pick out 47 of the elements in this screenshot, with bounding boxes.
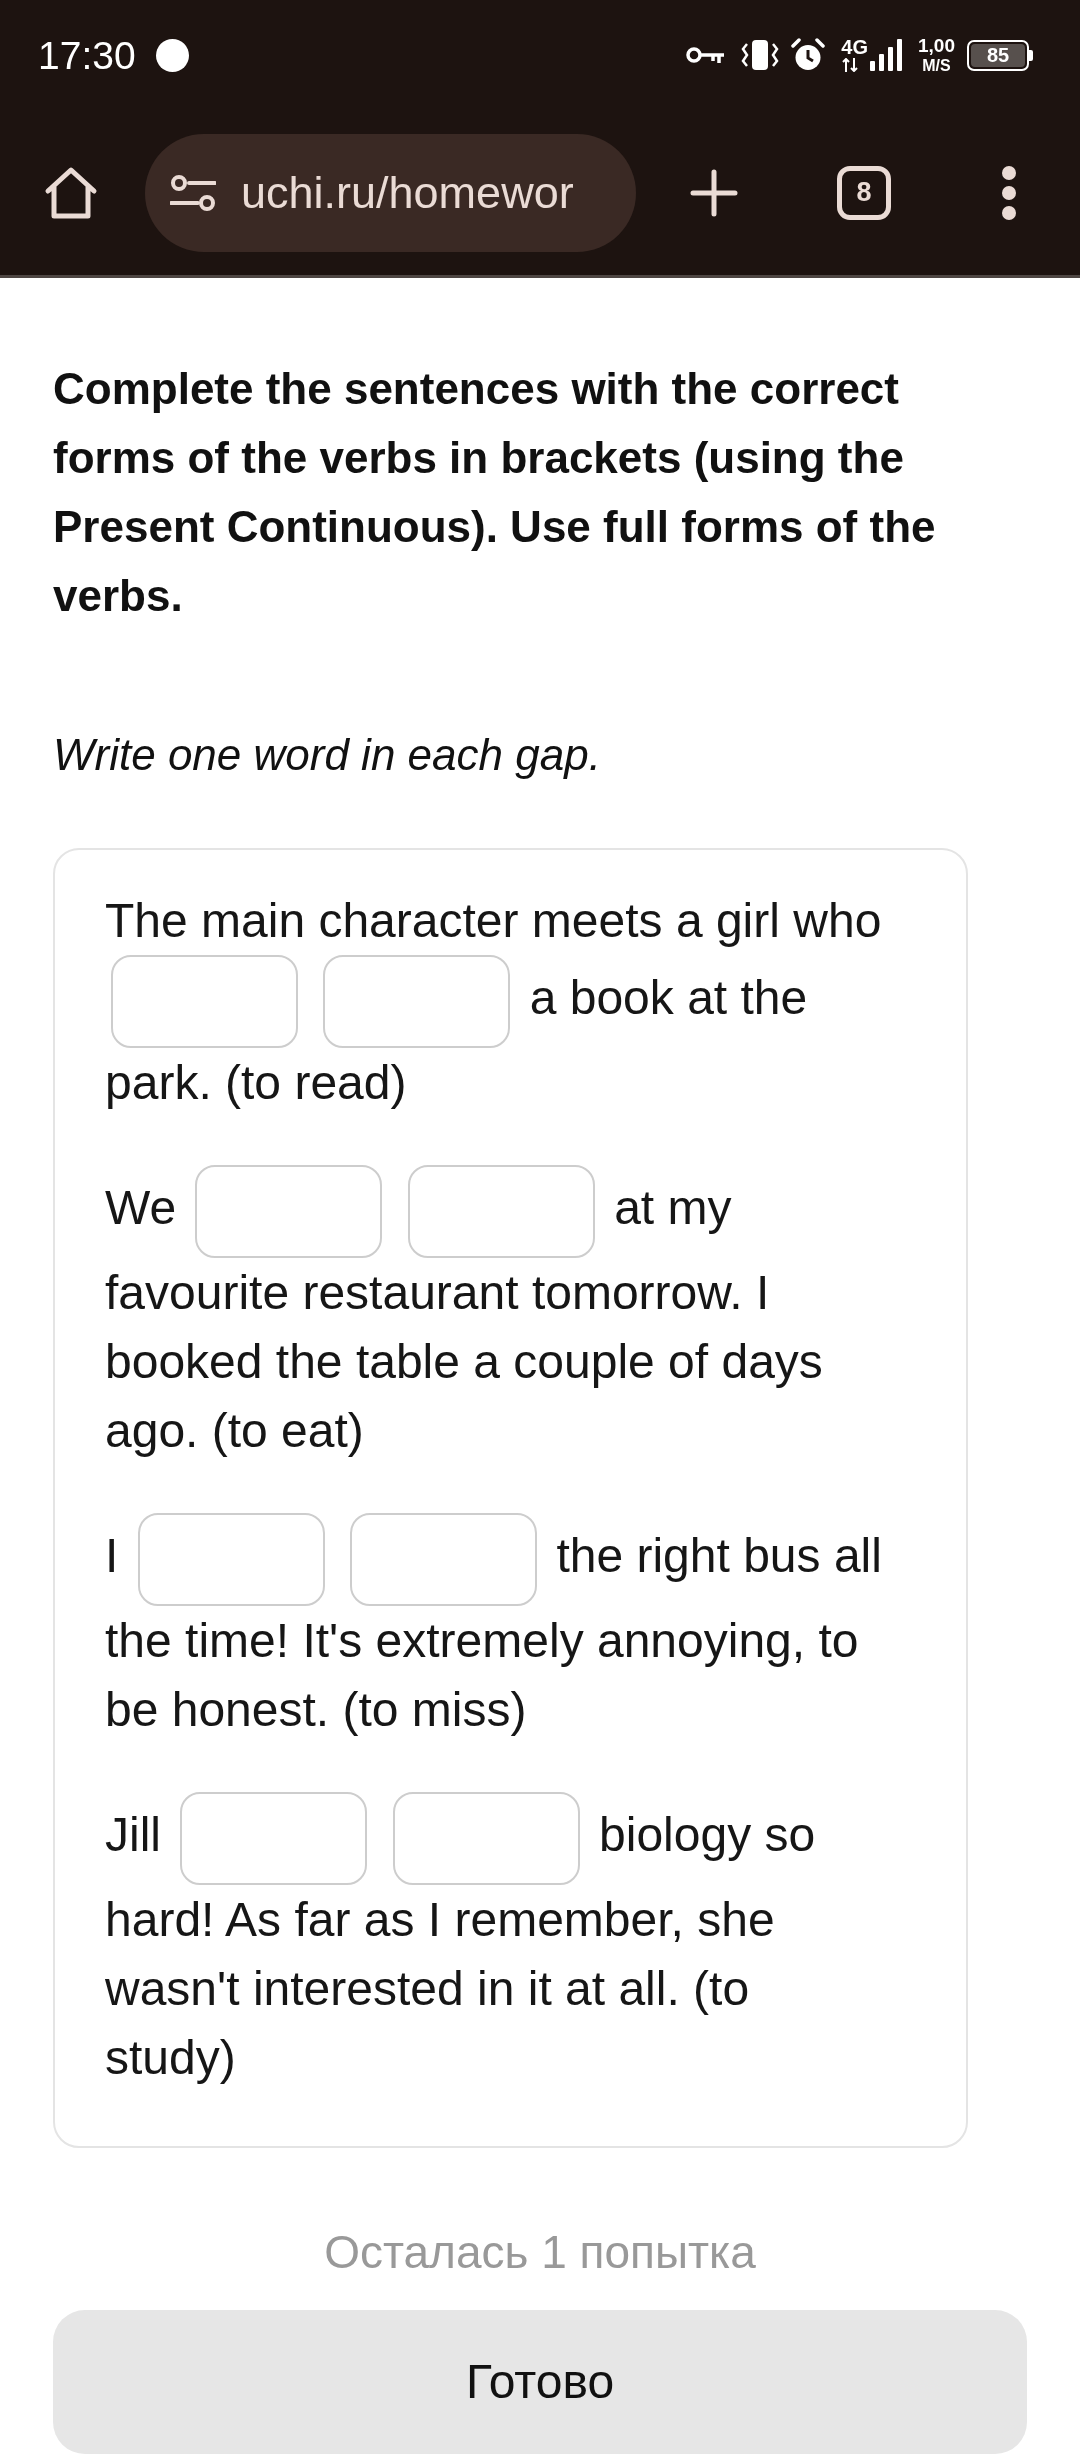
answer-field[interactable] xyxy=(350,1513,538,1606)
answer-field[interactable] xyxy=(323,955,511,1048)
sentence-text: The main character meets a girl who xyxy=(105,894,882,947)
battery-percentage: 85 xyxy=(971,43,1025,67)
task-hint: Write one word in each gap. xyxy=(53,729,602,781)
sentence-text: Jill xyxy=(105,1808,161,1862)
sentence-text: hard! As far as I remember, she xyxy=(105,1893,775,1946)
answer-field[interactable] xyxy=(392,1792,580,1885)
answer-field[interactable] xyxy=(407,1165,595,1258)
phone-vibration-icon xyxy=(741,40,780,70)
sentence-text: a book at the xyxy=(529,971,808,1025)
address-bar[interactable]: uchi.ru/homewor xyxy=(145,133,636,252)
attempts-remaining-text: Осталась 1 попытка xyxy=(323,2225,757,2280)
sentence-text: booked the table a couple of days xyxy=(105,1335,823,1388)
signal-bars-icon xyxy=(870,39,902,71)
notification-dot-icon xyxy=(155,38,189,72)
tab-switcher-button[interactable]: 8 xyxy=(837,165,891,220)
answer-field[interactable] xyxy=(180,1792,368,1885)
answer-field[interactable] xyxy=(137,1513,325,1606)
speed-unit-text: M/S xyxy=(922,58,951,74)
network-type-text: 4G xyxy=(841,38,868,56)
sentence-text: study) xyxy=(105,2031,236,2084)
plus-icon[interactable] xyxy=(690,168,738,217)
answer-field[interactable] xyxy=(195,1165,383,1258)
task-instruction: Complete the sentences with the correct forms of the verbs in brackets (using the Present Continuous). Use full forms of the verbs. xyxy=(53,363,937,622)
more-options-icon[interactable] xyxy=(1001,164,1017,221)
sentence-text: We xyxy=(105,1181,177,1235)
sliders-icon[interactable] xyxy=(170,174,216,211)
sentence-text: the time! It's extremely annoying, to xyxy=(105,1614,859,1667)
url-text: uchi.ru/homewor xyxy=(241,167,574,218)
alarm-clock-icon xyxy=(791,38,826,72)
sentence-text: I xyxy=(105,1529,119,1583)
clock-time: 17:30 xyxy=(38,35,136,75)
sentence-text: at my xyxy=(614,1181,732,1235)
sentence-text: the right bus all xyxy=(556,1529,882,1583)
data-arrows-icon xyxy=(841,57,860,72)
sentence-text: biology so xyxy=(599,1808,816,1862)
done-button[interactable]: Готово xyxy=(53,2310,1027,2454)
speed-text: 1,00 xyxy=(918,36,955,55)
sentence-text: favourite restaurant tomorrow. I xyxy=(105,1266,770,1319)
sentence-text: be honest. (to miss) xyxy=(105,1683,527,1736)
key-icon xyxy=(686,45,726,65)
answer-field[interactable] xyxy=(111,955,298,1048)
sentence-text: ago. (to eat) xyxy=(105,1404,364,1457)
sentence-text: wasn't interested in it at all. (to xyxy=(105,1962,750,2015)
home-icon[interactable] xyxy=(44,165,98,220)
sentence-text: park. (to read) xyxy=(105,1056,407,1109)
